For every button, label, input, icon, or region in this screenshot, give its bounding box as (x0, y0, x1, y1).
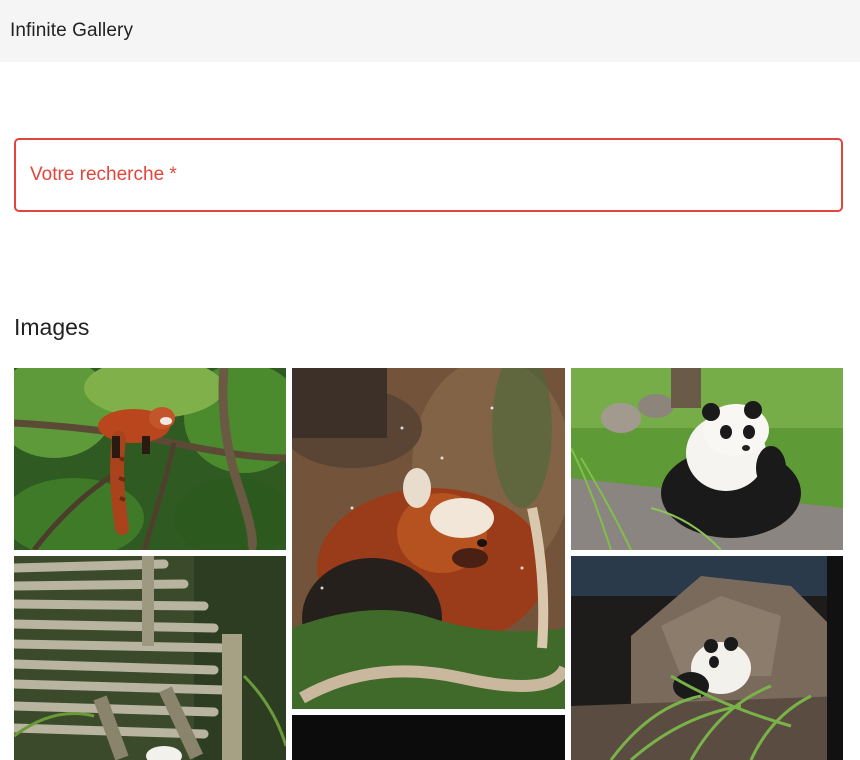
gallery-image-giant-panda-grass[interactable] (571, 368, 843, 550)
app-title: Infinite Gallery (10, 20, 134, 41)
search-input[interactable] (16, 140, 841, 210)
gallery-image-red-panda-snow[interactable] (292, 368, 565, 709)
search-field[interactable]: Votre recherche * (14, 138, 843, 212)
dark-photo (292, 715, 565, 760)
gallery-image-bamboo-logs[interactable] (14, 556, 286, 760)
giant-panda-grass-photo (571, 368, 843, 550)
images-heading: Images (14, 314, 90, 340)
red-panda-snow-photo (292, 368, 565, 709)
giant-panda-rocks-photo (571, 556, 843, 760)
red-panda-tree-photo (14, 368, 286, 550)
gallery-image-dark[interactable] (292, 715, 565, 760)
gallery-image-giant-panda-rocks[interactable] (571, 556, 843, 760)
gallery-image-red-panda-tree[interactable] (14, 368, 286, 550)
app-bar: Infinite Gallery (0, 0, 860, 62)
bamboo-logs-photo (14, 556, 286, 760)
